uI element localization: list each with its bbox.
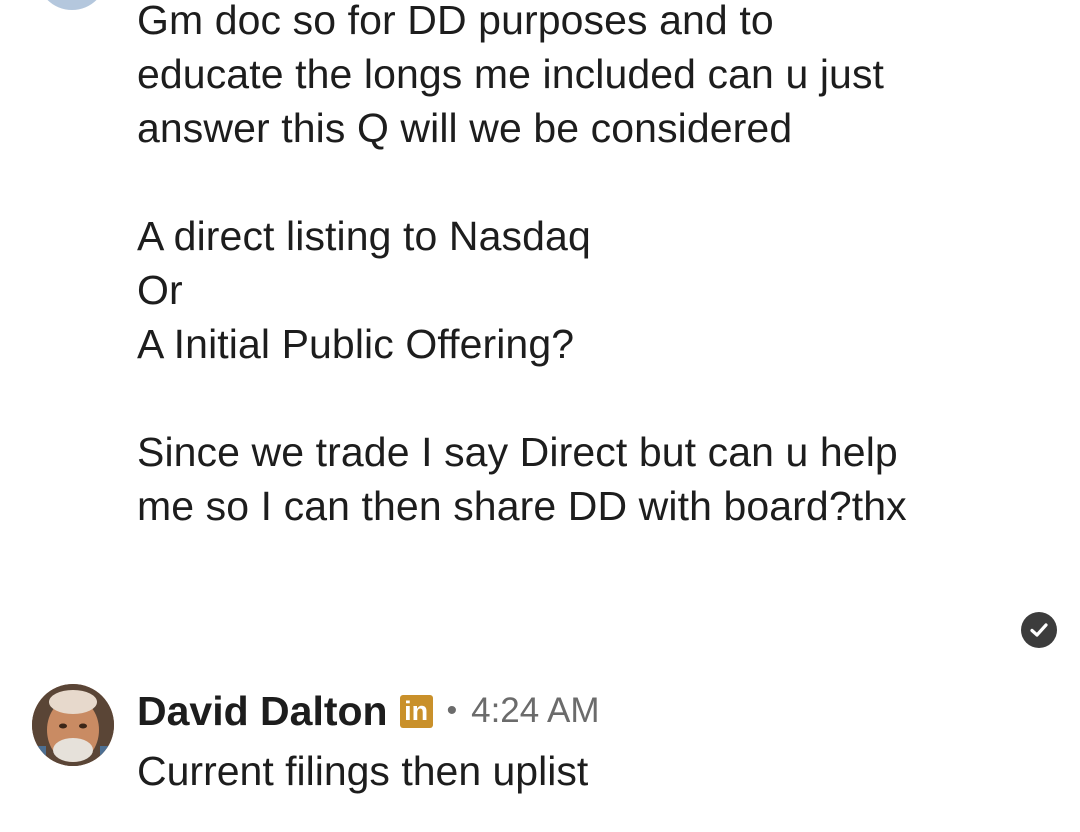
message-line: educate the longs me included can u just (137, 51, 885, 97)
message-spacer (137, 371, 1037, 425)
message-body: Gm doc so for DD purposes and to educate… (137, 0, 1037, 533)
message-line: Or (137, 267, 183, 313)
timestamp: 4:24 AM (471, 691, 600, 730)
message-line: Gm doc so for DD purposes and to (137, 0, 774, 43)
avatar-photo (32, 684, 114, 766)
avatar[interactable] (37, 0, 107, 10)
avatar[interactable] (32, 684, 114, 766)
message-line: me so I can then share DD with board?thx (137, 483, 907, 529)
message-line: A Initial Public Offering? (137, 321, 575, 367)
linkedin-icon: in (399, 694, 433, 728)
conversation-view: Gm doc so for DD purposes and to educate… (0, 0, 1080, 832)
separator-dot: • (446, 694, 458, 727)
check-circle-icon (1021, 612, 1057, 648)
message-line: Since we trade I say Direct but can u he… (137, 429, 898, 475)
author-name[interactable]: David Dalton (137, 688, 388, 735)
message-spacer (137, 155, 1037, 209)
message-line: answer this Q will we be considered (137, 105, 793, 151)
reply-text: Current filings then uplist (137, 748, 589, 794)
check-mark (1030, 623, 1048, 637)
reply-header: David Dalton in • 4:24 AM (137, 684, 600, 738)
message-line: A direct listing to Nasdaq (137, 213, 591, 259)
